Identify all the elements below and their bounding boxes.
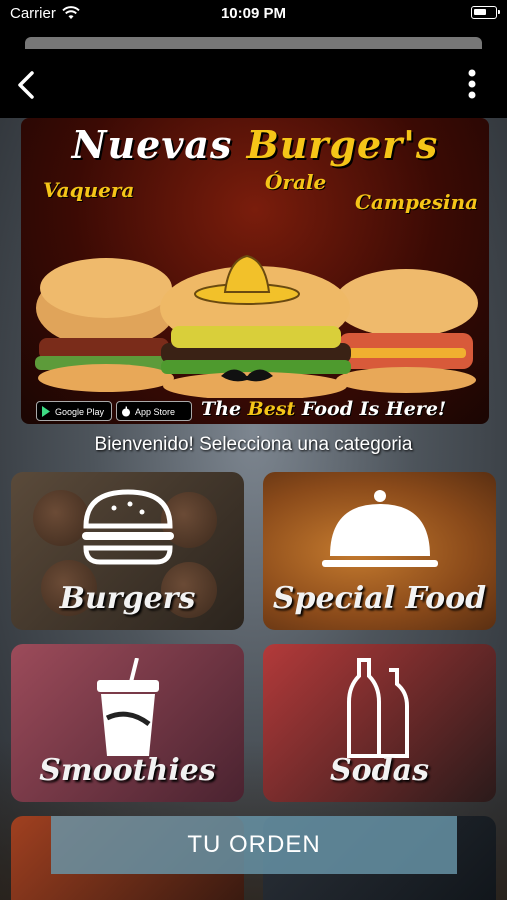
category-label: Smoothies xyxy=(39,753,216,788)
banner-title-text: Nuevas xyxy=(71,122,247,167)
category-label: Burgers xyxy=(59,581,196,616)
banner-title: Nuevas Burger's xyxy=(21,122,489,167)
burgers-illustration xyxy=(35,254,478,398)
apple-icon xyxy=(122,406,130,417)
app-store-label: App Store xyxy=(135,407,176,417)
order-button[interactable]: TU ORDEN xyxy=(51,816,457,874)
flavor-label: Órale xyxy=(265,170,327,194)
tagline-text: Food Is Here! xyxy=(295,398,447,420)
welcome-message: Bienvenido! Selecciona una categoria xyxy=(94,434,413,455)
cloche-icon xyxy=(321,490,438,567)
promo-banner[interactable]: Nuevas Burger's Vaquera Órale Campesina … xyxy=(21,118,489,424)
category-smoothies[interactable]: Smoothies xyxy=(11,644,244,802)
category-label: Sodas xyxy=(330,753,429,788)
app-store-badge[interactable]: App Store xyxy=(116,401,192,421)
category-special-food[interactable]: Special Food xyxy=(263,472,496,630)
category-sodas[interactable]: Sodas xyxy=(263,644,496,802)
google-play-label: Google Play xyxy=(55,407,105,417)
status-bar: Carrier 10:09 PM xyxy=(0,0,507,28)
chevron-left-icon[interactable] xyxy=(12,68,40,102)
tagline-accent: Best xyxy=(247,398,296,420)
battery-icon xyxy=(471,6,500,19)
google-play-icon xyxy=(42,406,50,417)
burger-icon xyxy=(81,489,174,565)
status-time: 10:09 PM xyxy=(220,5,287,22)
google-play-badge[interactable]: Google Play xyxy=(36,401,112,421)
more-vertical-icon[interactable] xyxy=(467,68,477,100)
tagline-text: The xyxy=(201,398,248,420)
cup-icon xyxy=(96,658,159,756)
bottles-icon xyxy=(346,658,409,758)
navigation-bar xyxy=(0,28,507,118)
sheet-handle xyxy=(25,37,482,49)
category-label: Special Food xyxy=(272,581,487,616)
banner-title-accent: Burger's xyxy=(246,122,439,167)
banner-tagline: The Best Food Is Here! xyxy=(201,398,446,420)
category-burgers[interactable]: Burgers xyxy=(11,472,244,630)
